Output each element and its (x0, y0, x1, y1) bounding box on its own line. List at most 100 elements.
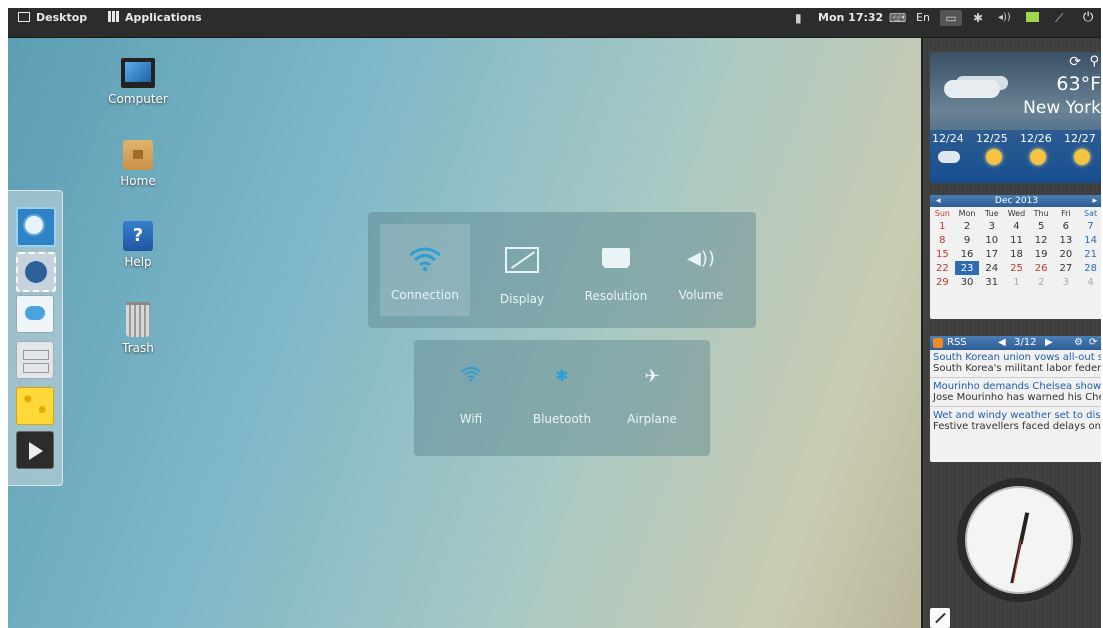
calendar-day[interactable]: 12 (1029, 233, 1054, 247)
rss-refresh-icon[interactable]: ⟳ (1089, 336, 1097, 350)
snow-icon (938, 151, 960, 163)
rss-headline[interactable]: Mourinho demands Chelsea show ··· (933, 381, 1103, 392)
desktop-icon-help[interactable]: ? Help (98, 221, 178, 269)
calendar-day[interactable]: 1 (930, 219, 955, 233)
power-icon[interactable]: ⏻ (1083, 10, 1093, 26)
cheese-icon[interactable] (16, 387, 54, 425)
calendar-day[interactable]: 5 (1029, 219, 1054, 233)
desktop-icon (18, 12, 30, 22)
calendar-day[interactable]: 2 (955, 219, 980, 233)
chromium-icon[interactable] (16, 207, 56, 247)
rss-summary: Jose Mourinho has warned his Chel··· (933, 392, 1103, 403)
rss-item[interactable]: Wet and windy weather set to disr··· Fes… (930, 407, 1103, 435)
calendar-day[interactable]: 27 (1054, 261, 1079, 275)
volume-tile[interactable]: ◀)) Volume (656, 224, 746, 316)
desktop-button[interactable]: Desktop (18, 10, 87, 26)
display-icon (505, 247, 539, 273)
notification-icon[interactable]: ▮ (795, 10, 802, 26)
rss-headline[interactable]: Wet and windy weather set to disr··· (933, 410, 1103, 421)
calendar-day[interactable]: 10 (979, 233, 1004, 247)
calendar-day[interactable]: 2 (1029, 275, 1054, 289)
calendar-widget: ◂ Dec 2013 ▸ Sun Mon Tue Wed Thu Fri Sat 12345… (930, 195, 1103, 319)
calendar-day[interactable]: 8 (930, 233, 955, 247)
forecast-day: 12/27 (1064, 132, 1103, 165)
applications-menu-button[interactable]: Applications (108, 10, 202, 26)
calendar-day[interactable]: 4 (1078, 275, 1103, 289)
edit-widgets-button[interactable] (930, 608, 950, 628)
bluetooth-toggle[interactable]: ✱ Bluetooth (524, 366, 600, 446)
calendar-day[interactable]: 14 (1078, 233, 1103, 247)
desktop-icon-computer[interactable]: Computer (98, 58, 178, 106)
video-player-icon[interactable] (16, 431, 54, 469)
mail-stamp-icon[interactable] (16, 252, 56, 292)
calendar-day[interactable]: 22 (930, 261, 955, 275)
rss-widget: RSS ◀ 3/12 ▶ ⚙ ⟳ South Korean union vows… (930, 336, 1103, 462)
calendar-week: 15 16 17 18 19 20 21 (930, 247, 1103, 261)
calendar-day[interactable]: 25 (1004, 261, 1029, 275)
calendar-weekday: Fri (1061, 209, 1071, 218)
forecast-day: 12/24 (932, 132, 976, 163)
rss-item[interactable]: South Korean union vows all-out st··· So… (930, 350, 1103, 378)
calendar-day[interactable]: 4 (1004, 219, 1029, 233)
applications-label: Applications (125, 11, 202, 24)
pen-tray-icon[interactable]: ⟋ (1055, 10, 1063, 26)
calendar-day[interactable]: 3 (979, 219, 1004, 233)
calendar-day[interactable]: 7 (1078, 219, 1103, 233)
forecast-day: 12/26 (1020, 132, 1064, 165)
desktop-icon-trash[interactable]: Trash (98, 302, 178, 355)
calendar-day[interactable]: 19 (1029, 247, 1054, 261)
keyboard-icon[interactable]: ⌨ (889, 10, 906, 26)
chat-icon[interactable] (16, 295, 54, 333)
bluetooth-tray-icon[interactable]: ✱ (973, 10, 983, 26)
prev-month-icon[interactable]: ◂ (936, 195, 941, 207)
search-icon[interactable]: ⚲ (1089, 54, 1099, 69)
desktop-icon-home[interactable]: Home (98, 140, 178, 188)
calendar-day[interactable]: 15 (930, 247, 955, 261)
tile-label: Display (499, 292, 545, 306)
weather-widget[interactable]: ⟳ ⚲ 63°F New York 12/24 12/25 12/26 12/2… (930, 52, 1103, 183)
wifi-toggle[interactable]: Wifi (434, 366, 508, 446)
rss-headline[interactable]: South Korean union vows all-out st··· (933, 352, 1103, 363)
calendar-day[interactable]: 24 (979, 261, 1004, 275)
calendar-day[interactable]: 31 (979, 275, 1004, 289)
calendar-day[interactable]: 17 (979, 247, 1004, 261)
rss-prev-icon[interactable]: ◀ (998, 336, 1006, 350)
calendar-day[interactable]: 30 (955, 275, 980, 289)
calendar-day[interactable]: 20 (1054, 247, 1079, 261)
rss-next-icon[interactable]: ▶ (1045, 336, 1053, 350)
connection-tile[interactable]: Connection (380, 224, 470, 316)
calendar-day[interactable]: 11 (1004, 233, 1029, 247)
calendar-day[interactable]: 6 (1054, 219, 1079, 233)
temperature: 63°F (1056, 73, 1101, 95)
option-label: Airplane (627, 412, 677, 426)
calendar-day-today[interactable]: 23 (954, 261, 980, 275)
battery-tray-icon[interactable] (1026, 10, 1039, 26)
calendar-day[interactable]: 13 (1054, 233, 1079, 247)
city: New York (1023, 98, 1101, 118)
language-indicator[interactable]: En (916, 10, 930, 26)
calendar-day[interactable]: 1 (1004, 275, 1029, 289)
rss-settings-icon[interactable]: ⚙ (1074, 336, 1083, 350)
calendar-day[interactable]: 16 (955, 247, 980, 261)
volume-tray-icon[interactable]: ◂)) (998, 10, 1011, 26)
calendar-day[interactable]: 29 (930, 275, 955, 289)
settings-tray-icon[interactable]: ▭ (940, 10, 962, 26)
monitor-icon (602, 248, 630, 266)
calendar-day[interactable]: 28 (1078, 261, 1103, 275)
airplane-toggle[interactable]: ✈ Airplane (614, 366, 690, 446)
calendar-day[interactable]: 9 (955, 233, 980, 247)
next-month-icon[interactable]: ▸ (1092, 195, 1097, 207)
calendar-day[interactable]: 3 (1054, 275, 1079, 289)
clock[interactable]: Mon 17:32 (818, 10, 883, 26)
resolution-tile[interactable]: Resolution (566, 224, 666, 316)
sunny-icon (1030, 149, 1046, 165)
calendar-day[interactable]: 26 (1029, 261, 1054, 275)
file-cabinet-icon[interactable] (16, 341, 54, 379)
refresh-icon[interactable]: ⟳ (1069, 54, 1081, 70)
rss-item[interactable]: Mourinho demands Chelsea show ··· Jose M… (930, 378, 1103, 407)
display-tile[interactable]: Display (480, 224, 564, 316)
calendar-day[interactable]: 18 (1004, 247, 1029, 261)
tile-label: Volume (678, 288, 724, 302)
calendar-day[interactable]: 21 (1078, 247, 1103, 261)
computer-icon (121, 58, 155, 88)
